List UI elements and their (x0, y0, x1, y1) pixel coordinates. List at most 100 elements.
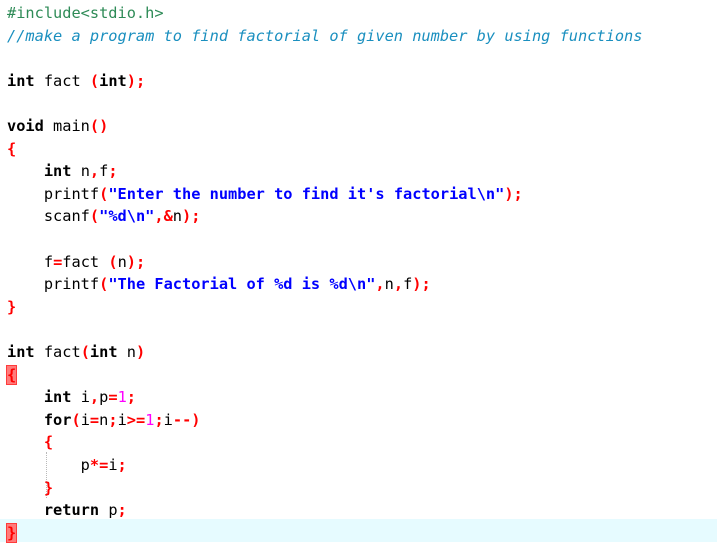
code-line[interactable]: { (7, 431, 717, 454)
code-token: "The Factorial of %d is %d\n" (108, 275, 376, 294)
code-token: ,& (154, 207, 173, 226)
code-token: , (89, 388, 100, 407)
code-token: i (71, 388, 90, 407)
code-line[interactable]: printf("The Factorial of %d is %d\n",n,f… (7, 273, 717, 296)
code-token: i (163, 410, 173, 429)
code-line[interactable]: f=fact (n); (7, 251, 717, 274)
code-line[interactable]: } (7, 296, 717, 319)
code-token: main (43, 117, 90, 135)
code-token: ); (504, 184, 523, 203)
code-token: int (43, 388, 72, 407)
code-token: ; (126, 388, 136, 407)
code-token: ( (99, 184, 109, 203)
code-token: "Enter the number to find it's factorial… (108, 184, 505, 203)
code-token: *= (89, 456, 109, 474)
code-token: for (43, 410, 72, 429)
code-line[interactable]: } (7, 477, 717, 500)
code-line[interactable] (7, 47, 717, 70)
code-token: //make a program to find factorial of gi… (7, 26, 643, 45)
code-token: printf (7, 184, 100, 203)
code-token: #include<stdio.h> (7, 4, 164, 22)
code-line[interactable]: { (5, 364, 717, 387)
code-token: ( (99, 275, 109, 294)
code-token: >= (126, 410, 146, 429)
code-token: n (71, 162, 90, 181)
code-token: int (89, 343, 118, 361)
code-line[interactable] (7, 318, 717, 341)
code-token: n (99, 410, 109, 429)
code-token: i (80, 410, 90, 429)
code-token: n (384, 275, 394, 294)
code-token: , (89, 162, 100, 181)
code-token: scanf (7, 207, 90, 226)
code-token: f (99, 162, 109, 181)
code-line[interactable]: { (7, 138, 717, 161)
code-line[interactable] (7, 92, 717, 115)
code-token: fact (62, 252, 109, 271)
code-line[interactable]: //make a program to find factorial of gi… (7, 25, 717, 48)
code-token: () (89, 117, 109, 135)
code-token: ( (89, 207, 100, 226)
code-token: f (7, 252, 54, 271)
code-token: { (43, 433, 54, 452)
code-token: ); (182, 207, 201, 226)
code-token: ; (108, 162, 118, 181)
code-token: int (7, 71, 35, 90)
code-line[interactable]: void main() (7, 115, 717, 138)
code-token: return (43, 501, 100, 520)
code-token: "%d\n" (99, 207, 155, 226)
code-token: } (43, 478, 54, 497)
code-line[interactable]: int n,f; (7, 160, 717, 183)
code-line[interactable]: int fact(int n) (7, 341, 717, 364)
code-token: ( (89, 71, 100, 90)
code-line[interactable]: scanf("%d\n",&n); (7, 205, 717, 228)
code-token: = (53, 252, 63, 271)
code-token: void (7, 117, 44, 135)
matched-brace: { (5, 364, 18, 385)
code-token: ; (117, 501, 127, 520)
matched-brace: } (5, 522, 18, 543)
code-token: p (99, 501, 118, 520)
code-line[interactable] (7, 228, 717, 251)
code-token: , (393, 275, 404, 294)
code-token: p (7, 456, 90, 474)
code-token: ; (154, 410, 164, 429)
code-line[interactable]: int fact (int); (7, 70, 717, 93)
code-token: int (99, 71, 127, 90)
code-line[interactable]: for(i=n;i>=1;i--) (7, 409, 717, 432)
code-line[interactable]: #include<stdio.h> (7, 2, 717, 25)
code-token: n (172, 207, 183, 226)
code-token: p (99, 388, 109, 407)
code-token: , (375, 275, 385, 294)
code-token: i (117, 410, 127, 429)
code-token: ( (108, 252, 118, 271)
code-token: = (108, 388, 118, 407)
code-token: ( (80, 343, 90, 361)
code-token: i (108, 456, 118, 474)
code-line[interactable]: p*=i; (7, 454, 717, 477)
code-token: ; (117, 456, 127, 474)
code-token: } (7, 297, 17, 316)
code-editor[interactable]: #include<stdio.h> //make a program to fin… (0, 0, 717, 552)
code-token: 1 (117, 388, 127, 407)
code-token: printf (7, 275, 100, 294)
code-token: { (7, 139, 17, 158)
code-line[interactable]: int i,p=1; (7, 386, 717, 409)
code-token: ; (108, 410, 118, 429)
code-token: int (43, 162, 72, 181)
code-line[interactable]: printf("Enter the number to find it's fa… (7, 183, 717, 206)
code-line[interactable]: } (5, 522, 717, 545)
code-token: ) (135, 343, 146, 361)
code-token: fact (34, 71, 90, 90)
code-token: ); (126, 71, 146, 90)
code-token: fact (34, 343, 81, 361)
code-token: n (117, 252, 127, 271)
code-line[interactable]: return p; (7, 499, 717, 522)
code-token: --) (172, 410, 201, 429)
